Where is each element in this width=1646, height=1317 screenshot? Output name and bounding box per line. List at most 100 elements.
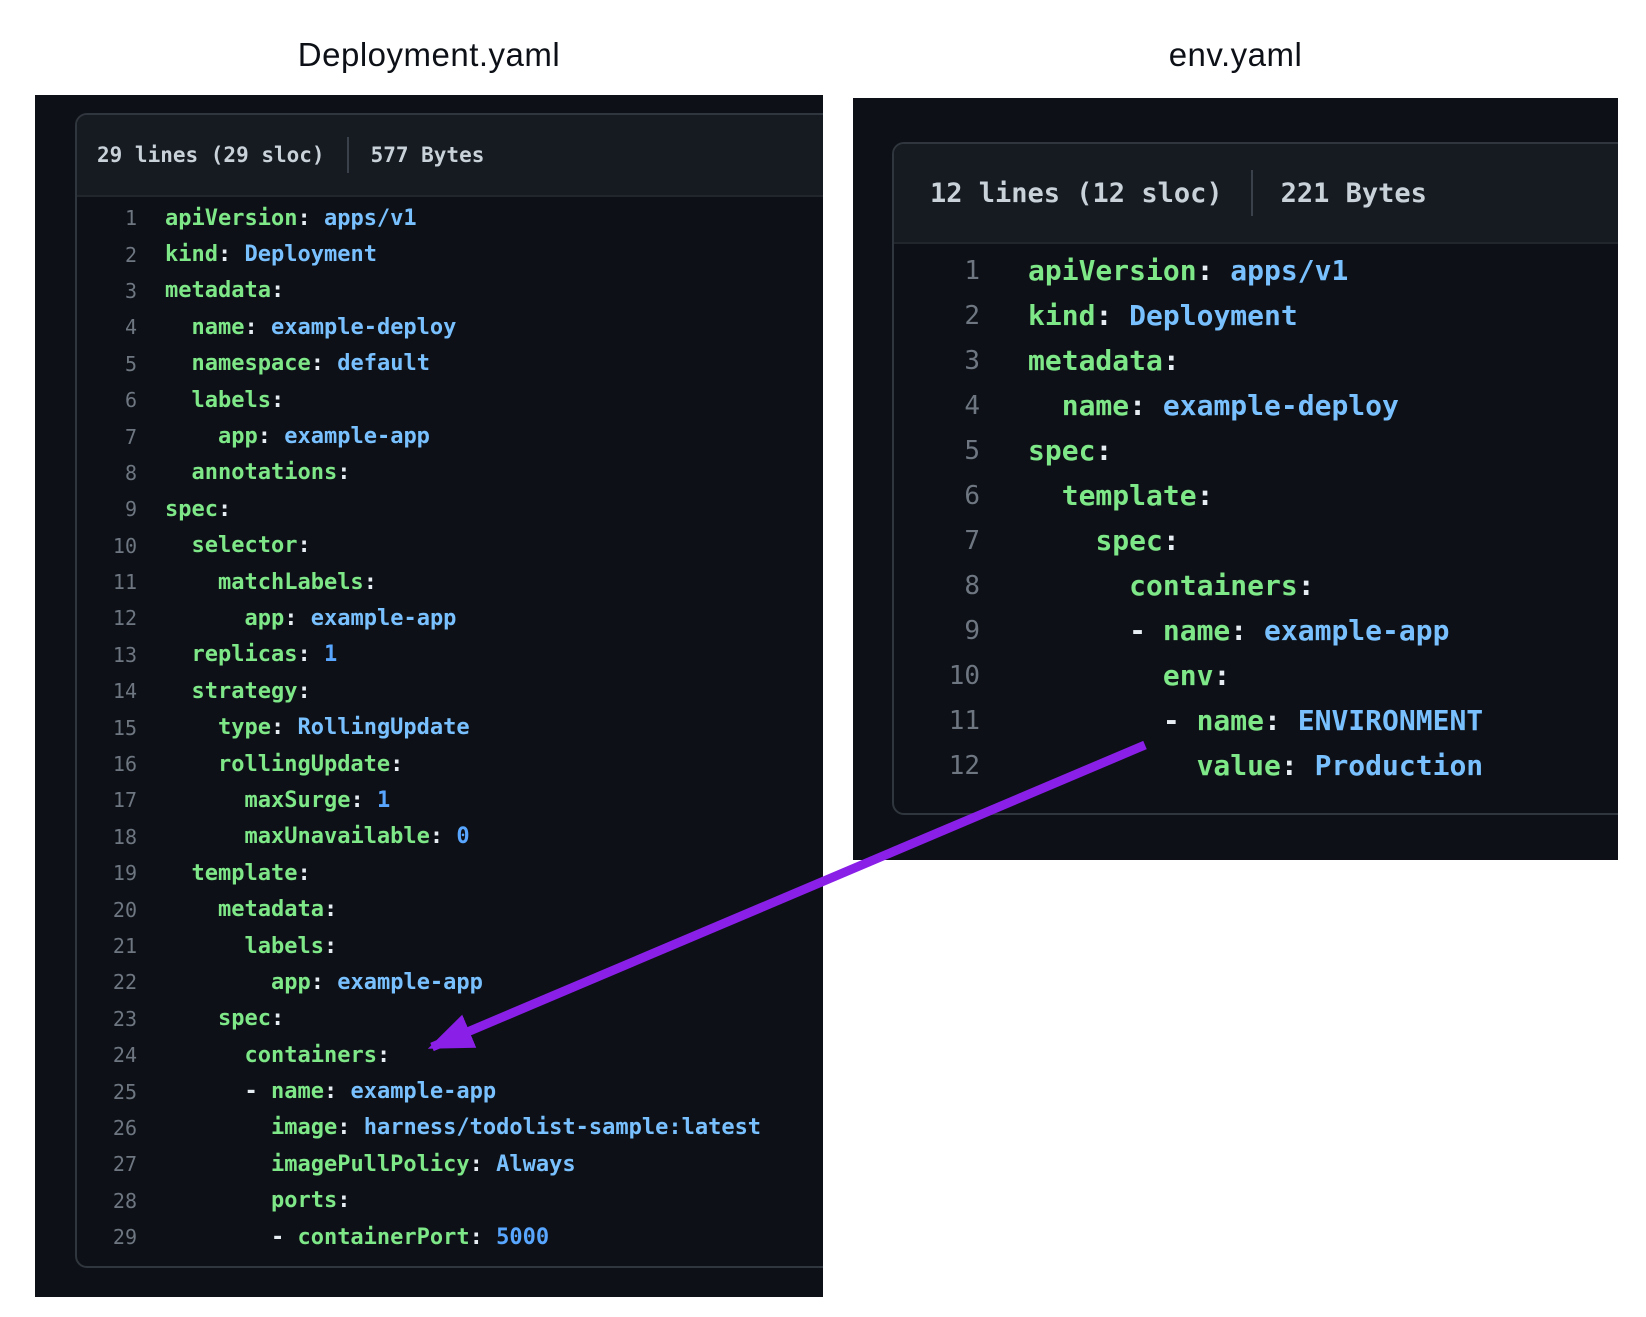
token-pun: : [1095,299,1112,332]
token-pun [364,788,377,813]
token-pun [165,460,192,485]
code-line: 15 type: RollingUpdate [77,709,823,745]
token-str: example-deploy [271,315,456,340]
code-line: 4 name: example-deploy [894,383,1618,428]
deployment-yaml-panel: 29 lines (29 sloc) 577 Bytes 1apiVersion… [35,95,823,1297]
token-pun [165,679,192,704]
token-pun: : [271,388,284,413]
token-pun: : [470,1152,483,1177]
code-text: template: [1028,479,1213,512]
token-pun: : [337,1115,350,1140]
token-pun: : [271,715,284,740]
token-key: imagePullPolicy [271,1152,470,1177]
token-pun: : [1281,749,1298,782]
token-pun [324,351,337,376]
code-line: 5 namespace: default [77,346,823,382]
token-str: apps/v1 [1230,254,1348,287]
token-str: default [337,351,430,376]
code-text: spec: [1028,434,1112,467]
code-text: name: example-deploy [165,315,456,340]
code-line: 16 rollingUpdate: [77,746,823,782]
code-text: value: Production [1028,749,1483,782]
token-pun [443,824,456,849]
code-line: 12 value: Production [894,743,1618,788]
code-text: maxSurge: 1 [165,788,390,813]
code-line: 12 app: example-app [77,600,823,636]
line-number: 22 [77,970,137,994]
line-number: 1 [894,256,980,286]
code-line: 5spec: [894,428,1618,473]
token-pun: : [284,606,297,631]
token-key: strategy [192,679,298,704]
token-pun: : [1129,389,1146,422]
line-number: 28 [77,1189,137,1213]
code-line: 2 kind: Deployment [894,293,1618,338]
token-pun: : [324,1079,337,1104]
token-key: replicas [192,642,298,667]
code-text: name: example-deploy [1028,389,1399,422]
token-pun [165,570,218,595]
token-key: name [271,1079,324,1104]
token-key: containers [1129,569,1298,602]
token-pun [165,897,218,922]
code-line: 25 - name: example-app [77,1073,823,1109]
token-key: template [1062,479,1197,512]
token-key: name [1062,389,1129,422]
token-pun [165,1006,218,1031]
token-str: example-app [311,606,457,631]
code-text: image: harness/todolist-sample:latest [165,1115,761,1140]
token-pun [165,824,244,849]
token-pun: : [297,861,310,886]
token-pun: - [165,1225,297,1250]
token-num: 1 [324,642,337,667]
token-pun [165,315,192,340]
token-key: spec [218,1006,271,1031]
line-number: 8 [77,461,137,485]
line-number: 9 [77,497,137,521]
code-line: 1apiVersion: apps/v1 [894,248,1618,293]
token-pun [165,752,218,777]
token-pun [165,934,244,959]
token-pun: : [258,424,271,449]
code-text: apiVersion: apps/v1 [165,206,417,231]
code-line: 7 spec: [894,518,1618,563]
token-key: containers [244,1043,376,1068]
code-text: metadata: [1028,344,1180,377]
line-number: 23 [77,1007,137,1031]
code-line: 2kind: Deployment [77,236,823,272]
token-pun [165,715,218,740]
file-title-deployment: Deployment.yaml [35,36,823,74]
code-text: rollingUpdate: [165,752,403,777]
code-line: 6 template: [894,473,1618,518]
token-pun [1146,389,1163,422]
code-text: - name: example-app [1028,614,1449,647]
code-line: 22 app: example-app [77,964,823,1000]
line-number: 4 [894,391,980,421]
token-pun [165,388,192,413]
env-file-card: 12 lines (12 sloc) 221 Bytes 1apiVersion… [892,142,1618,815]
code-text: selector: [165,533,311,558]
code-line: 7 app: example-app [77,418,823,454]
line-number: 2 [894,301,980,331]
token-key: type [218,715,271,740]
file-title-env: env.yaml [853,36,1618,74]
code-text: kind: Deployment [1028,299,1298,332]
token-str: example-app [350,1079,496,1104]
code-text: type: RollingUpdate [165,715,470,740]
code-text: - containerPort: 5000 [165,1225,549,1250]
token-pun [324,970,337,995]
line-number: 7 [894,526,980,556]
token-str: ENVIRONMENT [1298,704,1483,737]
env-code-area: 1apiVersion: apps/v12kind: Deployment3me… [894,244,1618,788]
code-text: metadata: [165,278,284,303]
line-number: 10 [77,534,137,558]
token-pun [1028,569,1129,602]
token-pun [1028,479,1062,512]
code-text: metadata: [165,897,337,922]
header-divider [347,137,349,173]
token-pun [165,1115,271,1140]
token-str: example-app [337,970,483,995]
token-key: spec [1028,434,1095,467]
token-key: template [192,861,298,886]
token-pun [258,315,271,340]
